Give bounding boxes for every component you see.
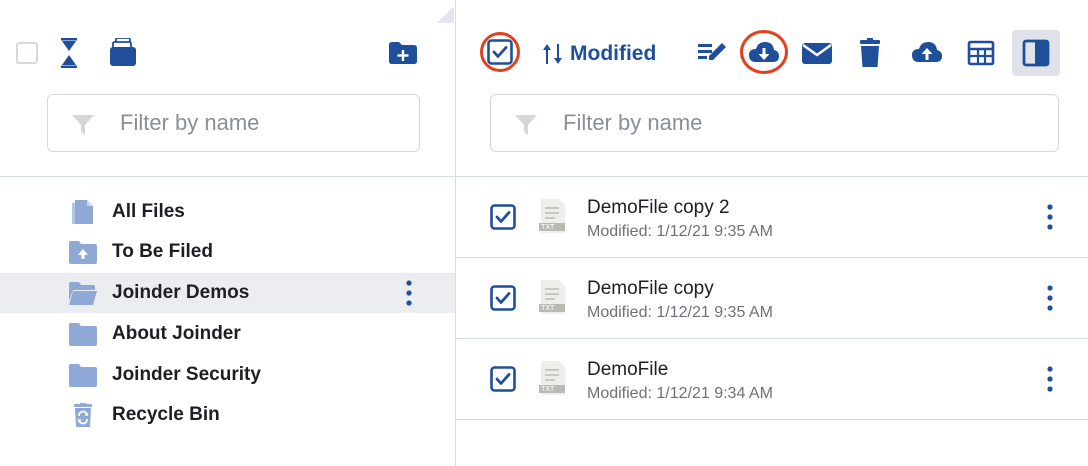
folder-more-icon[interactable] — [402, 277, 416, 309]
file-name: DemoFile copy — [587, 278, 714, 299]
divider — [0, 176, 455, 177]
file-stack-icon[interactable] — [110, 38, 136, 66]
new-folder-icon[interactable] — [389, 42, 417, 64]
table-view-icon[interactable] — [965, 38, 997, 68]
resize-grip[interactable] — [437, 6, 454, 23]
document-icon — [72, 200, 93, 224]
upload-folder-icon — [69, 241, 97, 264]
sort-label: Modified — [570, 42, 657, 65]
hourglass-icon[interactable] — [61, 38, 77, 68]
file-row[interactable]: TXT DemoFile copy 2 Modified: 1/12/21 9:… — [456, 177, 1088, 257]
file-checkbox[interactable] — [490, 204, 516, 230]
file-more-icon[interactable] — [1043, 363, 1057, 395]
file-toolbar: Modified — [456, 26, 1088, 82]
file-modified: Modified: 1/12/21 9:35 AM — [587, 223, 773, 240]
file-checkbox[interactable] — [490, 366, 516, 392]
filter-icon — [515, 115, 537, 135]
folder-label: All Files — [112, 201, 185, 222]
folder-icon — [69, 364, 97, 387]
file-type-badge: TXT — [541, 385, 555, 393]
folder-icon — [69, 323, 97, 346]
file-modified: Modified: 1/12/21 9:34 AM — [587, 385, 773, 402]
email-icon[interactable] — [801, 38, 833, 68]
folder-label: To Be Filed — [112, 241, 213, 262]
folder-filter-input[interactable] — [120, 107, 370, 139]
cloud-download-icon[interactable] — [748, 38, 780, 68]
folder-item-to-be-filed[interactable]: To Be Filed — [0, 232, 455, 272]
folder-toolbar — [0, 32, 455, 72]
folder-label: Joinder Security — [112, 364, 261, 385]
open-folder-icon — [69, 282, 97, 305]
file-modified: Modified: 1/12/21 9:35 AM — [587, 304, 773, 321]
edit-note-icon[interactable] — [696, 38, 728, 68]
divider — [456, 419, 1088, 420]
select-all-folders-checkbox[interactable] — [16, 42, 38, 64]
recycle-bin-icon — [74, 403, 92, 427]
cloud-upload-icon[interactable] — [911, 38, 943, 68]
preview-pane-toggle[interactable] — [1012, 30, 1060, 76]
file-pane: Modified Filter by name TXT DemoFile cop… — [456, 0, 1088, 466]
folder-label: Joinder Demos — [112, 282, 250, 303]
file-row[interactable]: TXT DemoFile copy Modified: 1/12/21 9:35… — [456, 258, 1088, 338]
file-name: DemoFile — [587, 359, 669, 380]
trash-icon[interactable] — [854, 38, 886, 68]
file-filter — [490, 94, 1059, 152]
sort-button[interactable]: Modified — [542, 40, 656, 68]
file-checkbox[interactable] — [490, 285, 516, 311]
file-type-badge: TXT — [541, 304, 555, 312]
split-view-icon — [1022, 39, 1050, 67]
file-more-icon[interactable] — [1043, 282, 1057, 314]
folder-item-joinder-demos[interactable]: Joinder Demos — [0, 273, 455, 313]
file-more-icon[interactable] — [1043, 201, 1057, 233]
folder-label: Recycle Bin — [112, 404, 220, 425]
folder-item-joinder-security[interactable]: Joinder Security — [0, 355, 455, 395]
folder-item-all-files[interactable]: All Files — [0, 192, 455, 232]
folder-filter — [47, 94, 420, 152]
folder-pane: All Files To Be Filed Joinder Demos Abou… — [0, 0, 455, 466]
filter-icon — [72, 115, 94, 135]
file-type-badge: TXT — [541, 223, 555, 231]
folder-item-about-joinder[interactable]: About Joinder — [0, 314, 455, 354]
file-name: DemoFile copy 2 — [587, 197, 730, 218]
folder-item-recycle-bin[interactable]: Recycle Bin — [0, 395, 455, 435]
select-all-checkbox[interactable] — [487, 39, 513, 65]
file-filter-input[interactable] — [563, 107, 813, 139]
folder-label: About Joinder — [112, 323, 241, 344]
file-row[interactable]: TXT DemoFile Modified: 1/12/21 9:34 AM — [456, 339, 1088, 419]
sort-icon — [543, 44, 562, 64]
